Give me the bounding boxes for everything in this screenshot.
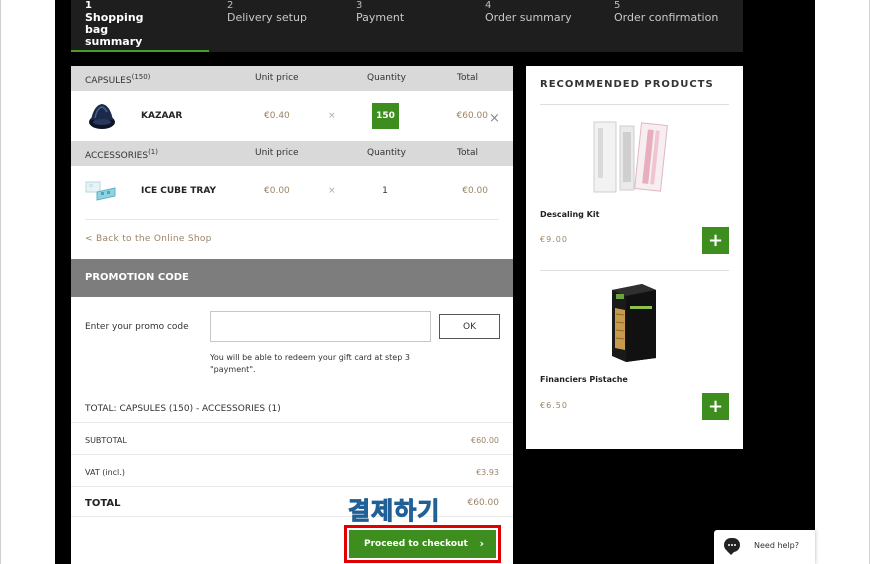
promotion-code-header: PROMOTION CODE [71, 259, 513, 297]
accessories-count: (1) [148, 148, 158, 156]
promo-ok-button[interactable]: OK [439, 314, 500, 339]
product-name-descaling-kit[interactable]: Descaling Kit [540, 210, 599, 219]
step-payment[interactable]: 3 Payment [356, 0, 466, 52]
quantity-header: Quantity [367, 73, 406, 83]
shopping-bag-panel: CAPSULES(150) Unit price Quantity Total … [71, 66, 513, 564]
descaling-kit-image[interactable] [590, 118, 670, 198]
divider [85, 219, 499, 220]
step-label: Payment [356, 11, 405, 24]
step-order-confirmation[interactable]: 5 Order confirmation [614, 0, 739, 52]
product-name[interactable]: KAZAAR [141, 111, 182, 121]
page-border-left [0, 0, 1, 564]
promo-code-input[interactable] [210, 311, 431, 342]
vat-label: VAT (incl.) [85, 468, 125, 477]
cart-row-kazaar: KAZAAR €0.40 × 150 €60.00 × [71, 91, 513, 141]
back-to-shop-link[interactable]: < Back to the Online Shop [85, 234, 212, 244]
step-label: Order confirmation [614, 11, 719, 24]
need-help-label: Need help? [754, 541, 799, 550]
product-price: €9.00 [540, 235, 568, 244]
remove-item-icon[interactable]: × [489, 111, 500, 126]
vat-value: €3.93 [476, 468, 499, 477]
accessories-header-label: ACCESSORIES(1) [85, 148, 158, 161]
checkout-steps: 1 Shopping bag summary 2 Delivery setup … [71, 0, 743, 52]
multiply-sign: × [328, 186, 336, 196]
checkout-annotation-label: 결제하기 [347, 497, 441, 526]
unit-price: €0.00 [264, 186, 290, 196]
quantity-value[interactable]: 1 [365, 186, 405, 196]
step-shopping-bag[interactable]: 1 Shopping bag summary [71, 0, 209, 52]
recommended-products-panel: RECOMMENDED PRODUCTS Descaling Kit €9.00… [526, 66, 743, 449]
total-header: Total [457, 73, 479, 83]
capsule-product-image [89, 104, 115, 129]
quantity-selector[interactable]: 150 [372, 103, 399, 129]
financiers-pistache-image[interactable] [606, 280, 662, 364]
divider [71, 454, 513, 455]
divider [540, 104, 729, 105]
checkout-page: 1 Shopping bag summary 2 Delivery setup … [55, 0, 815, 564]
subtotal-value: €60.00 [471, 436, 499, 445]
cart-row-ice-cube-tray: ICE CUBE TRAY €0.00 × 1 €0.00 [71, 166, 513, 216]
product-price: €6.50 [540, 401, 568, 410]
need-help-widget[interactable]: Need help? [714, 530, 815, 564]
line-total: €60.00 [456, 111, 489, 121]
proceed-to-checkout-button[interactable]: Proceed to checkout › [349, 530, 496, 558]
add-financiers-pistache-button[interactable]: + [702, 393, 729, 420]
step-delivery-setup[interactable]: 2 Delivery setup [227, 0, 337, 52]
multiply-sign: × [328, 111, 336, 121]
promo-code-label: Enter your promo code [85, 322, 189, 332]
total-header: Total [457, 148, 479, 158]
product-name[interactable]: ICE CUBE TRAY [141, 186, 216, 196]
step-label: Shopping bag summary [85, 11, 144, 48]
unit-price: €0.40 [264, 111, 290, 121]
step-order-summary[interactable]: 4 Order summary [485, 0, 595, 52]
total-label: TOTAL [85, 498, 121, 509]
capsules-count: (150) [131, 73, 151, 81]
capsules-header-label: CAPSULES(150) [85, 73, 150, 86]
add-descaling-kit-button[interactable]: + [702, 227, 729, 254]
capsules-label: CAPSULES [85, 76, 132, 86]
subtotal-label: SUBTOTAL [85, 436, 127, 445]
divider [71, 516, 513, 517]
step-label: Order summary [485, 11, 572, 24]
quantity-header: Quantity [367, 148, 406, 158]
divider [71, 422, 513, 423]
accessories-label: ACCESSORIES [85, 151, 149, 161]
checkout-button-label: Proceed to checkout [364, 539, 468, 549]
product-name-financiers-pistache[interactable]: Financiers Pistache [540, 375, 628, 384]
unit-price-header: Unit price [255, 73, 299, 83]
step-label: Delivery setup [227, 11, 307, 24]
capsules-header: CAPSULES(150) Unit price Quantity Total [71, 66, 513, 91]
accessories-header: ACCESSORIES(1) Unit price Quantity Total [71, 141, 513, 166]
divider [71, 486, 513, 487]
chat-bubble-icon [724, 538, 740, 555]
order-contents-summary: TOTAL: CAPSULES (150) - ACCESSORIES (1) [85, 404, 281, 414]
divider [540, 270, 729, 271]
line-total: €0.00 [462, 186, 488, 196]
chevron-right-icon: › [479, 537, 484, 550]
recommended-products-title: RECOMMENDED PRODUCTS [540, 79, 714, 90]
gift-card-note: You will be able to redeem your gift car… [210, 353, 410, 374]
ice-cube-tray-image [85, 181, 116, 201]
total-value: €60.00 [467, 498, 500, 508]
unit-price-header: Unit price [255, 148, 299, 158]
